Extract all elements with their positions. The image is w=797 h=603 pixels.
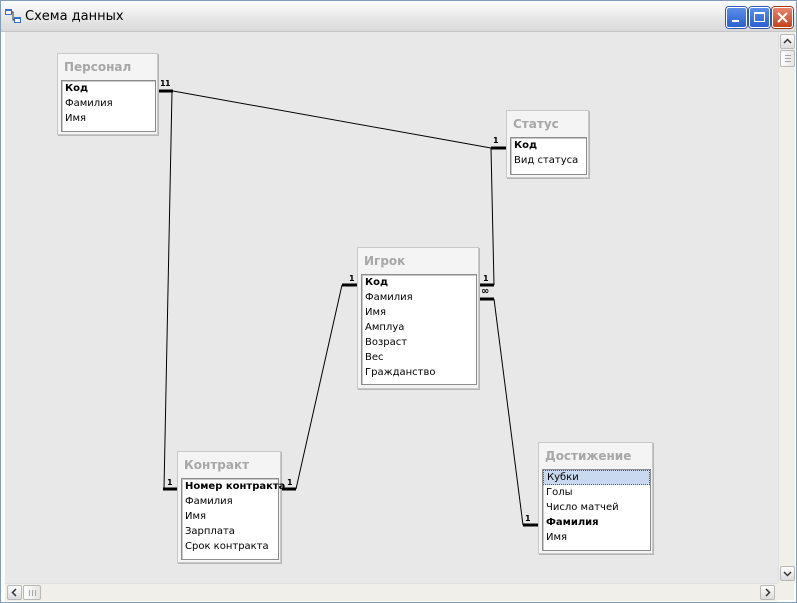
field-item[interactable]: Фамилия bbox=[182, 494, 278, 509]
cardinality-label: 1 bbox=[483, 274, 489, 283]
relationships-icon bbox=[5, 9, 21, 23]
close-icon bbox=[777, 12, 788, 23]
grip-icon bbox=[29, 590, 37, 596]
cardinality-label: 1 bbox=[349, 274, 355, 283]
chevron-down-icon bbox=[783, 571, 792, 577]
field-list[interactable]: Код Вид статуса bbox=[510, 137, 587, 175]
close-button[interactable] bbox=[772, 7, 793, 28]
field-item[interactable]: Имя bbox=[543, 530, 650, 545]
grip-icon bbox=[785, 55, 791, 63]
window-title: Схема данных bbox=[25, 9, 124, 24]
table-title: Игрок bbox=[364, 254, 406, 268]
scroll-down-button[interactable] bbox=[780, 566, 795, 581]
field-list[interactable]: Код Фамилия Имя Амплуа Возраст Вес Гражд… bbox=[361, 274, 477, 385]
title-bar[interactable]: Схема данных bbox=[1, 1, 796, 32]
field-list[interactable]: Номер контракта Фамилия Имя Зарплата Сро… bbox=[181, 478, 285, 560]
chevron-right-icon bbox=[765, 588, 771, 597]
chevron-left-icon bbox=[11, 588, 17, 597]
table-title: Персонал bbox=[64, 60, 132, 74]
table-dostizhenie[interactable]: Достижение Кубки Голы Число матчей Фамил… bbox=[538, 442, 653, 554]
scroll-thumb[interactable] bbox=[23, 585, 41, 600]
field-list[interactable]: Кубки Голы Число матчей Фамилия Имя bbox=[542, 469, 651, 551]
field-item[interactable]: Имя bbox=[362, 305, 476, 320]
field-item[interactable]: Число матчей bbox=[543, 500, 650, 515]
field-item[interactable]: Амплуа bbox=[362, 320, 476, 335]
field-item-selected[interactable]: Кубки bbox=[543, 470, 650, 485]
field-item[interactable]: Фамилия bbox=[362, 290, 476, 305]
relationship-line bbox=[295, 284, 343, 490]
horizontal-scrollbar[interactable] bbox=[5, 583, 778, 601]
scroll-left-button[interactable] bbox=[7, 585, 22, 600]
cardinality-label: 1 bbox=[167, 478, 173, 487]
scroll-right-button[interactable] bbox=[760, 585, 775, 600]
relationship-line bbox=[493, 298, 524, 526]
relationship-canvas[interactable]: 1 1 1 1 ∞ 1 1 1 1 Персонал Код Фамилия И… bbox=[5, 32, 778, 583]
field-item[interactable]: Имя bbox=[62, 111, 155, 126]
field-item[interactable]: Зарплата bbox=[182, 524, 278, 539]
cardinality-label: 1 bbox=[287, 478, 293, 487]
field-list[interactable]: Код Фамилия Имя bbox=[61, 80, 156, 132]
table-title: Достижение bbox=[545, 449, 632, 463]
maximize-button[interactable] bbox=[749, 7, 770, 28]
field-item[interactable]: Фамилия bbox=[62, 96, 155, 111]
minimize-button[interactable] bbox=[726, 7, 747, 28]
table-kontrakt[interactable]: Контракт Номер контракта Фамилия Имя Зар… bbox=[177, 451, 285, 563]
vertical-scrollbar[interactable] bbox=[778, 32, 795, 583]
maximize-icon bbox=[754, 12, 765, 22]
relationship-line bbox=[172, 90, 492, 149]
field-item[interactable]: Имя bbox=[182, 509, 278, 524]
table-status[interactable]: Статус Код Вид статуса bbox=[506, 110, 589, 178]
field-item[interactable]: Вид статуса bbox=[511, 153, 586, 168]
relationships-window: Схема данных 1 1 1 1 ∞ 1 1 1 1 Персонал … bbox=[0, 0, 797, 603]
table-personal[interactable]: Персонал Код Фамилия Имя bbox=[57, 53, 158, 135]
cardinality-label: ∞ bbox=[481, 286, 490, 297]
table-title: Статус bbox=[513, 117, 559, 131]
chevron-up-icon bbox=[783, 38, 792, 44]
field-item[interactable]: Гражданство bbox=[362, 365, 476, 380]
cardinality-label: 1 bbox=[493, 136, 499, 145]
scroll-thumb[interactable] bbox=[780, 50, 795, 67]
field-item[interactable]: Код bbox=[511, 138, 586, 153]
cardinality-label: 1 bbox=[525, 514, 531, 523]
table-title: Контракт bbox=[184, 458, 250, 472]
field-item[interactable]: Код bbox=[362, 275, 476, 290]
minimize-icon bbox=[732, 20, 739, 22]
relationship-line bbox=[490, 147, 495, 286]
field-item[interactable]: Вес bbox=[362, 350, 476, 365]
field-item[interactable]: Возраст bbox=[362, 335, 476, 350]
scroll-up-button[interactable] bbox=[780, 34, 795, 49]
field-item[interactable]: Срок контракта bbox=[182, 539, 278, 554]
table-igrok[interactable]: Игрок Код Фамилия Имя Амплуа Возраст Вес… bbox=[357, 247, 479, 389]
cardinality-label: 1 bbox=[165, 79, 171, 88]
field-item[interactable]: Голы bbox=[543, 485, 650, 500]
scrollbar-corner bbox=[778, 583, 794, 600]
field-item[interactable]: Номер контракта bbox=[182, 479, 285, 494]
field-item[interactable]: Код bbox=[62, 81, 155, 96]
field-item[interactable]: Фамилия bbox=[543, 515, 650, 530]
relationship-line bbox=[163, 90, 173, 490]
